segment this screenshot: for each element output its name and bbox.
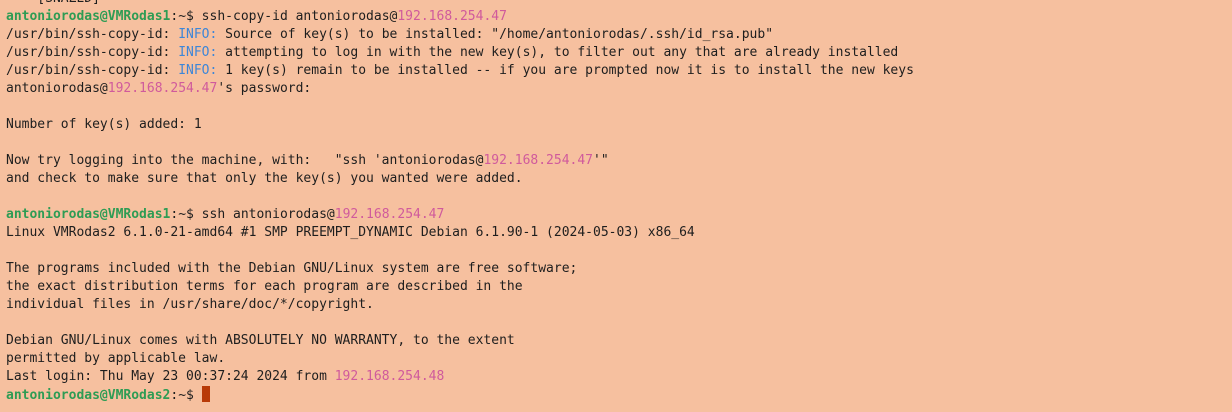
- terminal-line: Linux VMRodas2 6.1.0-21-amd64 #1 SMP PRE…: [6, 224, 914, 242]
- terminal-line: antoniorodas@192.168.254.47's password:: [6, 80, 914, 98]
- terminal-text: 's password:: [217, 81, 312, 96]
- terminal-text: /usr/bin/ssh-copy-id:: [6, 45, 179, 60]
- terminal-text: Number of key(s) added: 1: [6, 117, 202, 132]
- terminal-line: Debian GNU/Linux comes with ABSOLUTELY N…: [6, 332, 914, 350]
- terminal-line: the exact distribution terms for each pr…: [6, 278, 914, 296]
- terminal-text: Last login: Thu May 23 00:37:24 2024 fro…: [6, 369, 335, 384]
- terminal-text: Debian GNU/Linux comes with ABSOLUTELY N…: [6, 333, 515, 348]
- terminal-text: 1 key(s) remain to be installed -- if yo…: [217, 63, 914, 78]
- terminal-cursor: [201, 386, 210, 402]
- prompt-user-host: antoniorodas@VMRodas1: [6, 207, 171, 222]
- prompt-user-host: antoniorodas@VMRodas2: [6, 388, 171, 403]
- terminal-text: and check to make sure that only the key…: [6, 171, 523, 186]
- terminal-text: :~$ ssh-copy-id antoniorodas@: [170, 9, 398, 24]
- terminal-line: antoniorodas@VMRodas1:~$ ssh-copy-id ant…: [6, 8, 914, 26]
- terminal-text: The programs included with the Debian GN…: [6, 261, 578, 276]
- terminal-text: --- [SNAZED] ---: [6, 0, 131, 6]
- ip-address: 192.168.254.47: [107, 81, 218, 96]
- terminal-line: permitted by applicable law.: [6, 350, 914, 368]
- terminal-line: Last login: Thu May 23 00:37:24 2024 fro…: [6, 368, 914, 386]
- info-label: INFO:: [178, 45, 218, 60]
- terminal-output: --- [SNAZED] ---antoniorodas@VMRodas1:~$…: [6, 0, 914, 404]
- terminal-text: Source of key(s) to be installed: "/home…: [217, 27, 774, 42]
- info-label: INFO:: [178, 63, 218, 78]
- terminal-line: /usr/bin/ssh-copy-id: INFO: Source of ke…: [6, 26, 914, 44]
- terminal-line: individual files in /usr/share/doc/*/cop…: [6, 296, 914, 314]
- terminal-text: Now try logging into the machine, with: …: [6, 153, 484, 168]
- terminal-text: /usr/bin/ssh-copy-id:: [6, 27, 179, 42]
- terminal-line: --- [SNAZED] ---: [6, 0, 914, 8]
- terminal-text: :~$ ssh antoniorodas@: [170, 207, 335, 222]
- ip-address: 192.168.254.47: [397, 9, 507, 24]
- terminal-line: antoniorodas@VMRodas1:~$ ssh antonioroda…: [6, 206, 914, 224]
- terminal-line: antoniorodas@VMRodas2:~$: [6, 386, 914, 404]
- terminal-text: antoniorodas@: [6, 81, 108, 96]
- terminal-text: permitted by applicable law.: [6, 351, 226, 366]
- terminal-line: /usr/bin/ssh-copy-id: INFO: attempting t…: [6, 44, 914, 62]
- terminal-line: /usr/bin/ssh-copy-id: INFO: 1 key(s) rem…: [6, 62, 914, 80]
- terminal-text: Linux VMRodas2 6.1.0-21-amd64 #1 SMP PRE…: [6, 225, 695, 240]
- terminal-text: :~$: [170, 388, 202, 403]
- terminal-text: attempting to log in with the new key(s)…: [217, 45, 899, 60]
- terminal-text: '": [593, 153, 609, 168]
- info-label: INFO:: [178, 27, 218, 42]
- terminal-window[interactable]: --- [SNAZED] ---antoniorodas@VMRodas1:~$…: [0, 0, 1232, 412]
- terminal-line: Number of key(s) added: 1: [6, 116, 914, 134]
- ip-address: 192.168.254.47: [483, 153, 594, 168]
- terminal-line: The programs included with the Debian GN…: [6, 260, 914, 278]
- terminal-text: individual files in /usr/share/doc/*/cop…: [6, 297, 374, 312]
- ip-address: 192.168.254.48: [334, 369, 445, 384]
- ip-address: 192.168.254.47: [334, 207, 445, 222]
- terminal-text: the exact distribution terms for each pr…: [6, 279, 523, 294]
- terminal-line: and check to make sure that only the key…: [6, 170, 914, 188]
- terminal-text: /usr/bin/ssh-copy-id:: [6, 63, 179, 78]
- prompt-user-host: antoniorodas@VMRodas1: [6, 9, 171, 24]
- terminal-line: Now try logging into the machine, with: …: [6, 152, 914, 170]
